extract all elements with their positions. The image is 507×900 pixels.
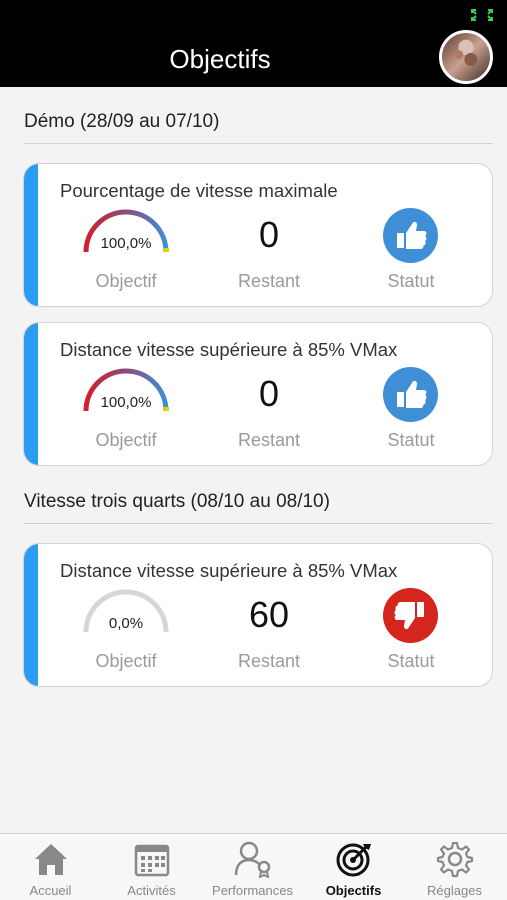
thumbs-down-icon (394, 602, 424, 630)
status-label: Statut (387, 430, 435, 450)
status-badge (383, 367, 438, 422)
card-accent-bar (24, 323, 38, 465)
gauge-value: 100,0% (100, 235, 152, 252)
tab-label: Accueil (29, 883, 72, 898)
remaining-label: Restant (237, 651, 301, 671)
performance-icon (234, 841, 271, 878)
card-title: Pourcentage de vitesse maximale (60, 180, 338, 201)
divider (24, 143, 493, 144)
remaining-label: Restant (237, 430, 301, 450)
card-accent-bar (24, 544, 38, 686)
objective-label: Objectif (95, 430, 157, 450)
remaining-value: 0 (258, 214, 280, 255)
target-icon (336, 843, 371, 877)
card-accent-bar (24, 164, 38, 306)
home-icon (35, 844, 67, 875)
app-header: Objectifs (0, 0, 507, 87)
remaining-label: Restant (237, 271, 301, 291)
group-title: Démo (28/09 au 07/10) (24, 111, 220, 132)
gear-icon (436, 841, 474, 878)
gauge-value: 0,0% (108, 615, 144, 632)
user-avatar[interactable] (439, 30, 493, 84)
card-title: Distance vitesse supérieure à 85% VMax (60, 339, 398, 360)
fullscreen-icon (471, 9, 493, 21)
page-title: Objectifs (169, 44, 271, 74)
tab-label: Réglages (427, 883, 482, 898)
objective-card[interactable]: Distance vitesse supérieure à 85% VMax 0… (23, 543, 493, 687)
status-label: Statut (387, 651, 435, 671)
tab-performances[interactable]: Performances (202, 834, 303, 900)
objective-card[interactable]: Pourcentage de vitesse maximale 100,0% 0… (23, 163, 493, 307)
tab-objectifs[interactable]: Objectifs (303, 834, 404, 900)
tab-accueil[interactable]: Accueil (0, 834, 101, 900)
remaining-value: 0 (258, 373, 280, 414)
status-label: Statut (387, 271, 435, 291)
card-title: Distance vitesse supérieure à 85% VMax (60, 560, 398, 581)
status-badge (383, 208, 438, 263)
calendar-icon (134, 844, 170, 877)
divider (24, 523, 493, 524)
status-badge (383, 588, 438, 643)
objective-label: Objectif (95, 271, 157, 291)
tab-label: Activités (127, 883, 176, 898)
tab-activites[interactable]: Activités (101, 834, 202, 900)
objective-card[interactable]: Distance vitesse supérieure à 85% VMax 1… (23, 322, 493, 466)
group-title: Vitesse trois quarts (08/10 au 08/10) (24, 491, 330, 512)
thumbs-up-icon (397, 221, 427, 249)
tab-bar: Accueil Activités Performances Objectifs… (0, 833, 507, 900)
remaining-value: 60 (248, 594, 290, 635)
tab-reglages[interactable]: Réglages (404, 834, 505, 900)
tab-label: Objectifs (325, 883, 382, 898)
gauge-value: 100,0% (100, 394, 152, 411)
tab-label: Performances (212, 883, 293, 898)
thumbs-up-icon (397, 380, 427, 408)
objective-label: Objectif (95, 651, 157, 671)
